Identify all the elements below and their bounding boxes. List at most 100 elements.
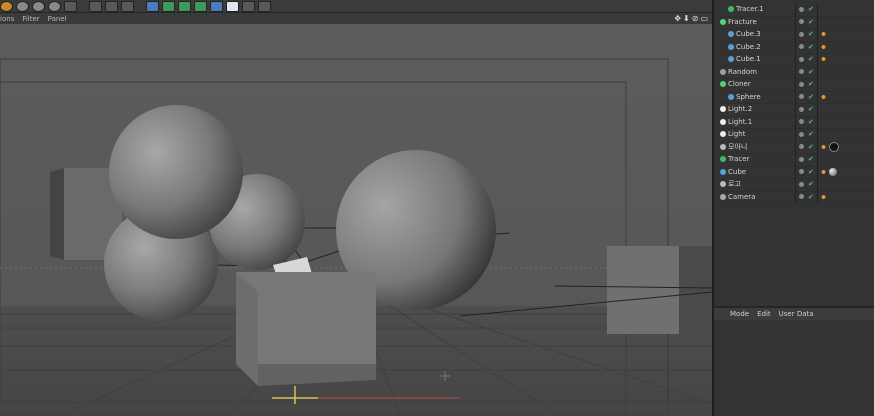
object-label: Cube [728,167,747,176]
light-icon [720,118,726,125]
axis-tool-icon[interactable] [64,0,77,12]
attribute-manager: Mode Edit User Data [714,306,874,416]
render-picture-viewer-icon[interactable] [105,0,118,12]
object-label: Cube.3 [736,30,761,39]
object-label: Sphere [736,92,761,101]
edit-render-settings-icon[interactable] [121,0,134,12]
zoom-icon[interactable]: ⊘ [692,14,699,23]
object-row[interactable]: Cube ✔ [714,165,874,179]
object-label: Light.1 [728,117,753,126]
object-row[interactable]: Cloner ✔ [714,78,874,92]
cube-object-icon[interactable] [146,0,159,12]
layer-dot-icon[interactable] [799,131,804,137]
layer-dot-icon[interactable] [799,31,804,37]
tag-icon[interactable] [820,31,827,38]
object-label: Cloner [728,80,751,89]
menu-options[interactable]: ions [0,15,14,23]
nurbs-tool-icon[interactable] [178,0,191,12]
tag-icon[interactable] [820,93,827,100]
layer-dot-icon[interactable] [799,106,804,112]
menu-user-data[interactable]: User Data [779,310,814,318]
torus-tool-icon[interactable] [48,0,61,12]
object-name: Tracer.1 [728,5,763,13]
layer-dot-icon[interactable] [799,69,804,75]
layer-dot-icon[interactable] [799,181,804,187]
layer-dot-icon[interactable] [799,119,804,125]
enabled-check-icon[interactable]: ✔ [808,180,814,188]
tag-icon[interactable] [820,43,827,50]
object-row[interactable]: Tracer.1 ✔ [714,3,874,17]
object-row[interactable]: 모아니 ✔ [714,140,874,154]
object-manager: Tracer.1 ✔ Fracture ✔ Cube.3 ✔ Cube.2 ✔ Cube.1 ✔ R… [714,0,874,306]
enabled-check-icon[interactable]: ✔ [808,5,814,13]
object-row[interactable]: Light.2 ✔ [714,103,874,117]
render-settings-icon[interactable] [0,0,13,12]
layer-dot-icon[interactable] [799,194,804,200]
light-tool-icon[interactable] [258,0,271,12]
object-tags [820,93,827,100]
enabled-check-icon[interactable]: ✔ [808,43,814,51]
menu-edit[interactable]: Edit [757,310,771,318]
main-toolbar [0,0,712,13]
scene-tool-icon[interactable] [226,0,239,12]
object-row[interactable]: Cube.1 ✔ [714,53,874,67]
object-label: Cube.2 [736,42,761,51]
maximize-icon[interactable]: ▭ [700,14,708,23]
layer-dot-icon[interactable] [799,169,804,175]
enabled-check-icon[interactable]: ✔ [808,18,814,26]
enabled-check-icon[interactable]: ✔ [808,143,814,151]
object-row[interactable]: Cube.3 ✔ [714,28,874,42]
move-icon[interactable]: ✥ [674,14,681,23]
tag-icon[interactable] [820,143,827,150]
cloner-icon [720,81,726,88]
enabled-check-icon[interactable]: ✔ [808,155,814,163]
menu-mode[interactable]: Mode [730,310,749,318]
layer-dot-icon[interactable] [799,81,804,87]
material-tag-icon[interactable] [829,167,837,176]
viewport-3d[interactable] [0,24,712,416]
object-row[interactable]: Fracture ✔ [714,15,874,29]
enabled-check-icon[interactable]: ✔ [808,30,814,38]
object-row[interactable]: Camera ✔ [714,190,874,204]
down-arrow-icon[interactable]: ⬇ [683,14,690,23]
object-row[interactable]: Light ✔ [714,128,874,142]
camera-tool-icon[interactable] [242,0,255,12]
render-view-icon[interactable] [89,0,102,12]
object-row[interactable]: 로고 ✔ [714,178,874,192]
enabled-check-icon[interactable]: ✔ [808,193,814,201]
layer-dot-icon[interactable] [799,94,804,100]
object-row[interactable]: Light.1 ✔ [714,115,874,129]
menu-panel[interactable]: Panel [48,15,67,23]
layer-dot-icon[interactable] [799,6,804,12]
cube-icon [728,43,734,50]
enabled-check-icon[interactable]: ✔ [808,168,814,176]
enabled-check-icon[interactable]: ✔ [808,105,814,113]
deformer-tool-icon[interactable] [210,0,223,12]
camera-icon [720,193,726,200]
object-row[interactable]: Tracer ✔ [714,153,874,167]
tag-icon[interactable] [820,193,827,200]
layer-dot-icon[interactable] [799,19,804,25]
material-tag-icon[interactable] [829,141,839,152]
enabled-check-icon[interactable]: ✔ [808,130,814,138]
spline-tool-icon[interactable] [162,0,175,12]
object-row[interactable]: Cube.2 ✔ [714,40,874,54]
cylinder-tool-icon[interactable] [32,0,45,12]
tag-icon[interactable] [820,56,827,63]
enabled-check-icon[interactable]: ✔ [808,55,814,63]
fracture-icon [720,18,726,25]
layer-dot-icon[interactable] [799,44,804,50]
layer-dot-icon[interactable] [799,156,804,162]
enabled-check-icon[interactable]: ✔ [808,68,814,76]
enabled-check-icon[interactable]: ✔ [808,118,814,126]
layer-dot-icon[interactable] [799,56,804,62]
enabled-check-icon[interactable]: ✔ [808,80,814,88]
layer-dot-icon[interactable] [799,144,804,150]
object-row[interactable]: Sphere ✔ [714,90,874,104]
sphere-tool-icon[interactable] [16,0,29,12]
enabled-check-icon[interactable]: ✔ [808,93,814,101]
object-row[interactable]: Random ✔ [714,65,874,79]
array-tool-icon[interactable] [194,0,207,12]
tag-icon[interactable] [820,168,827,175]
menu-filter[interactable]: Filter [22,15,39,23]
